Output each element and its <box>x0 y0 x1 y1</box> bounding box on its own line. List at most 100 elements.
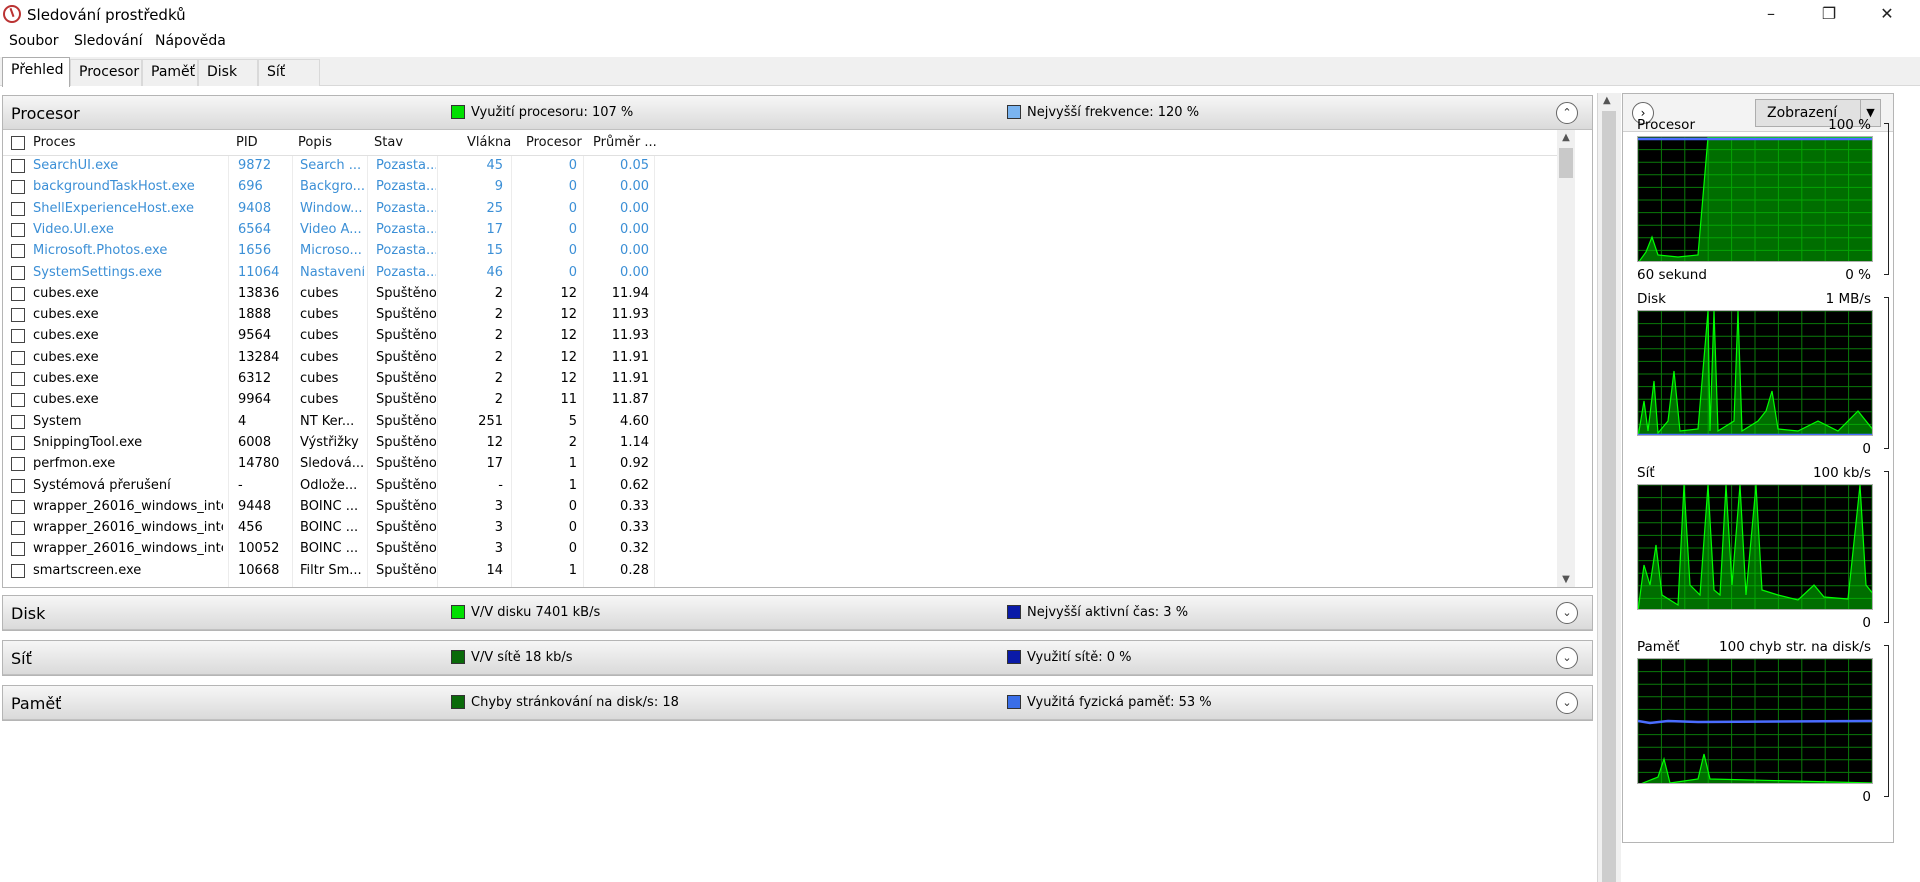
table-row[interactable]: cubes.exe 9964 cubes Spuštěno 2 11 11.87 <box>3 390 1575 411</box>
menu-monitor[interactable]: Sledování <box>74 33 142 49</box>
table-row[interactable]: cubes.exe 9564 cubes Spuštěno 2 12 11.93 <box>3 326 1575 347</box>
col-pid[interactable]: PID <box>236 135 258 150</box>
process-checkbox[interactable] <box>11 308 25 323</box>
graph-svg <box>1638 311 1872 435</box>
table-row[interactable]: Microsoft.Photos.exe 1656 Microso... Pozast… <box>3 241 1575 262</box>
expand-disk-section-button[interactable]: ⌄ <box>1556 602 1578 624</box>
expand-memory-section-button[interactable]: ⌄ <box>1556 692 1578 714</box>
cell-threads: 9 <box>494 179 503 195</box>
main-scroll-thumb[interactable] <box>1602 111 1616 882</box>
select-all-checkbox[interactable] <box>11 136 25 150</box>
col-threads[interactable]: Vlákna <box>467 135 511 150</box>
process-checkbox[interactable] <box>11 435 25 450</box>
process-checkbox[interactable] <box>11 499 25 514</box>
memory-section-header[interactable]: Paměť Chyby stránkování na disk/s: 18 Vy… <box>3 686 1592 720</box>
process-checkbox[interactable] <box>11 286 25 301</box>
scroll-up-arrow-icon[interactable]: ▲ <box>1557 132 1575 143</box>
tab-overview[interactable]: Přehled <box>2 57 70 87</box>
process-checkbox[interactable] <box>11 372 25 386</box>
process-checkbox[interactable] <box>11 457 25 472</box>
table-row[interactable]: cubes.exe 6312 cubes Spuštěno 2 12 11.91 <box>3 369 1575 390</box>
cell-pid: 9448 <box>238 498 272 514</box>
cell-pid: - <box>238 477 243 493</box>
tab-network[interactable]: Síť <box>258 59 320 86</box>
cell-threads: 2 <box>494 392 503 408</box>
table-row[interactable]: wrapper_26016_windows_intelx... 456 BOINC … <box>3 518 1575 539</box>
table-row[interactable]: ShellExperienceHost.exe 9408 Window... Poza… <box>3 199 1575 220</box>
process-checkbox[interactable] <box>11 222 25 237</box>
table-row[interactable]: wrapper_26016_windows_intelx... 9448 BOINC… <box>3 497 1575 518</box>
cell-avg: 0.28 <box>620 562 649 578</box>
close-button[interactable]: ✕ <box>1858 0 1916 30</box>
overview-panel: Procesor Využití procesoru: 107 % Nejvyš… <box>0 93 1597 882</box>
table-row[interactable]: Video.UI.exe 6564 Video A... Pozasta... 17 0 0… <box>3 220 1575 241</box>
process-table-scrollbar[interactable]: ▲ ▼ <box>1557 130 1575 587</box>
restore-button[interactable]: ❐ <box>1800 0 1858 30</box>
collapse-cpu-section-button[interactable]: ⌃ <box>1556 102 1578 124</box>
cell-pid: 6564 <box>238 221 272 237</box>
process-checkbox[interactable] <box>11 414 25 429</box>
cell-threads: 3 <box>494 498 503 514</box>
col-cpu[interactable]: Procesor <box>526 135 582 150</box>
process-checkbox[interactable] <box>11 159 25 173</box>
process-checkbox[interactable] <box>11 329 25 344</box>
cell-avg: 11.91 <box>611 349 649 365</box>
cell-cpu: 5 <box>568 413 577 429</box>
process-checkbox[interactable] <box>11 244 25 259</box>
process-checkbox[interactable] <box>11 201 25 216</box>
cpu-section-header[interactable]: Procesor Využití procesoru: 107 % Nejvyš… <box>3 96 1592 130</box>
table-row[interactable]: cubes.exe 13284 cubes Spuštěno 2 12 11.91 <box>3 348 1575 369</box>
process-checkbox[interactable] <box>11 521 25 536</box>
cell-pid: 9872 <box>238 158 272 173</box>
table-row[interactable]: backgroundTaskHost.exe 696 Backgro... Pozas… <box>3 177 1575 198</box>
process-checkbox[interactable] <box>11 265 25 280</box>
table-row[interactable]: cubes.exe 13836 cubes Spuštěno 2 12 11.94 <box>3 284 1575 305</box>
scroll-down-arrow-icon[interactable]: ▼ <box>1557 574 1575 585</box>
cell-avg: 0.33 <box>620 520 649 536</box>
cell-cpu: 0 <box>568 200 577 216</box>
main-scrollbar[interactable]: ▲ <box>1597 93 1621 882</box>
col-status[interactable]: Stav <box>374 135 403 150</box>
disk-active-legend: Nejvyšší aktivní čas: 3 % <box>1007 605 1188 620</box>
tab-disk[interactable]: Disk <box>198 59 258 86</box>
main-scroll-up-icon[interactable]: ▲ <box>1603 95 1611 106</box>
cell-desc: cubes <box>300 285 339 301</box>
process-checkbox[interactable] <box>11 478 25 493</box>
process-checkbox[interactable] <box>11 542 25 557</box>
cell-threads: 45 <box>486 158 503 173</box>
expand-network-section-button[interactable]: ⌄ <box>1556 647 1578 669</box>
table-row[interactable]: wrapper_26016_windows_intelx... 10052 BOIN… <box>3 539 1575 560</box>
table-row[interactable]: perfmon.exe 14780 Sledová... Spuštěno 17 1 0.9… <box>3 454 1575 475</box>
cell-cpu: 12 <box>560 307 577 323</box>
table-row[interactable]: SearchUI.exe 9872 Search ... Pozasta... 45 0 0… <box>3 156 1575 177</box>
process-checkbox[interactable] <box>11 180 25 195</box>
cell-state: Pozasta... <box>376 243 436 259</box>
cell-cpu: 1 <box>568 456 577 472</box>
table-row[interactable]: System 4 NT Ker... Spuštěno 251 5 4.60 <box>3 412 1575 433</box>
scroll-thumb[interactable] <box>1559 148 1573 178</box>
table-row[interactable]: Systémová přerušení - Odlože... Spuštěno - 1 0… <box>3 476 1575 497</box>
process-checkbox[interactable] <box>11 393 25 408</box>
col-average-cpu[interactable]: Průměr ... <box>593 135 657 150</box>
cell-state: Pozasta... <box>376 179 436 195</box>
col-process[interactable]: Proces <box>33 135 76 150</box>
cell-name: System <box>33 413 82 429</box>
process-checkbox[interactable] <box>11 563 25 578</box>
col-description[interactable]: Popis <box>298 135 332 150</box>
process-checkbox[interactable] <box>11 350 25 365</box>
tab-cpu[interactable]: Procesor <box>70 59 142 86</box>
graph-header: Disk 1 MB/s <box>1637 291 1871 307</box>
cell-state: Spuštěno <box>376 434 436 450</box>
minimize-button[interactable]: – <box>1742 0 1800 30</box>
cell-threads: 12 <box>486 434 503 450</box>
table-row[interactable]: smartscreen.exe 10668 Filtr Sm... Spuštěno 1… <box>3 561 1575 582</box>
table-row[interactable]: SnippingTool.exe 6008 Výstřižky Spuštěno 12 2… <box>3 433 1575 454</box>
menu-help[interactable]: Nápověda <box>155 33 226 49</box>
network-section-header[interactable]: Síť V/V sítě 18 kb/s Využití sítě: 0 % ⌄ <box>3 641 1592 675</box>
tab-memory[interactable]: Paměť <box>142 59 198 86</box>
menu-file[interactable]: Soubor <box>9 33 59 49</box>
disk-section-header[interactable]: Disk V/V disku 7401 kB/s Nejvyšší aktivn… <box>3 596 1592 630</box>
cell-name: cubes.exe <box>33 285 99 301</box>
table-row[interactable]: SystemSettings.exe 11064 Nastavení Pozasta.… <box>3 263 1575 284</box>
table-row[interactable]: cubes.exe 1888 cubes Spuštěno 2 12 11.93 <box>3 305 1575 326</box>
